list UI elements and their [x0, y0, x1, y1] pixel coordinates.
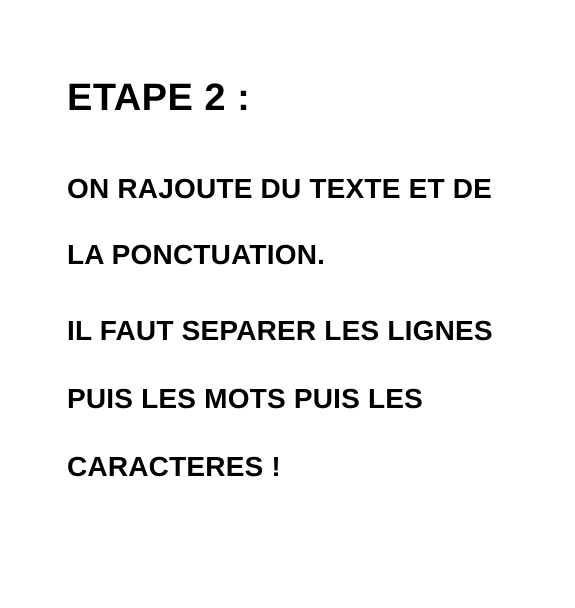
- text-line-2: LA PONCTUATION.: [67, 239, 326, 270]
- text-line-5: CARACTERES !: [67, 451, 281, 482]
- text-line-4: PUIS LES MOTS PUIS LES: [67, 383, 424, 414]
- document-page: ETAPE 2 : ON RAJOUTE DU TEXTE ET DE LA P…: [0, 0, 575, 608]
- text-line-1: ON RAJOUTE DU TEXTE ET DE: [67, 173, 493, 204]
- page-title: ETAPE 2 :: [67, 77, 251, 119]
- text-line-3: IL FAUT SEPARER LES LIGNES: [67, 315, 493, 346]
